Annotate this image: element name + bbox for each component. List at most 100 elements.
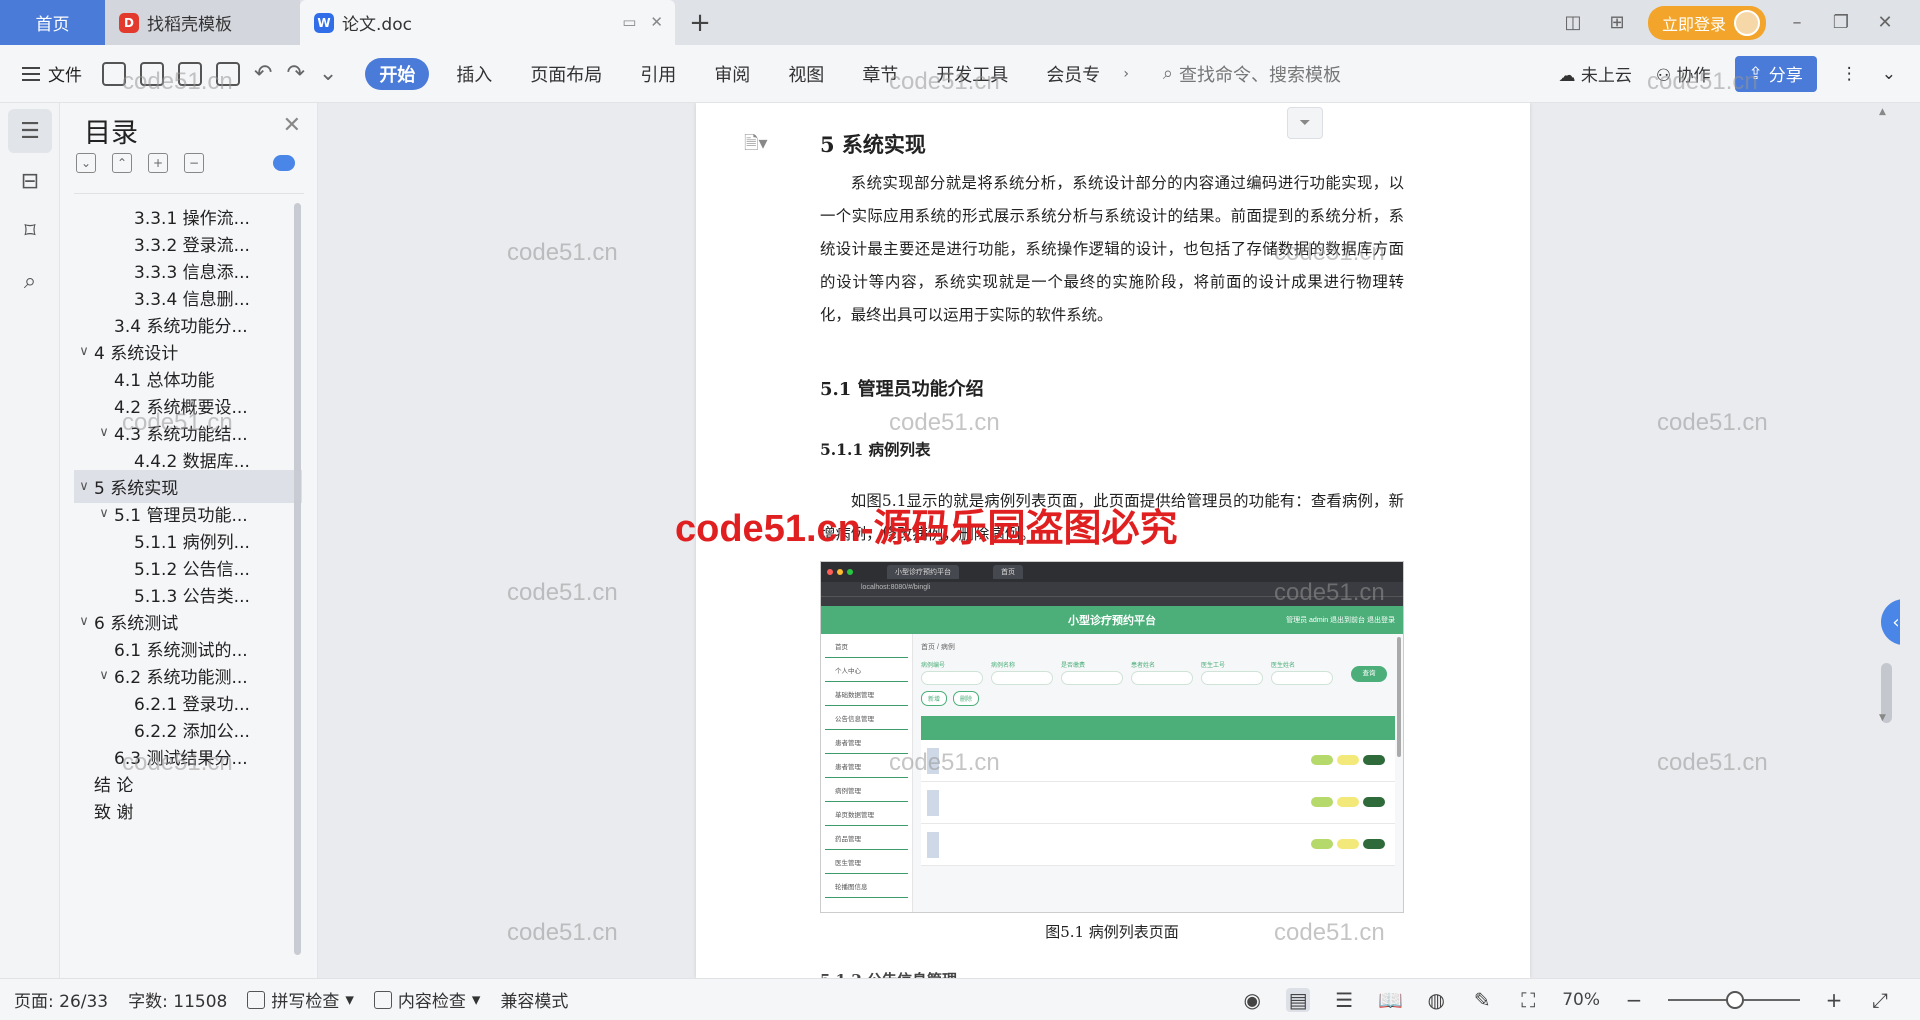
- chevron-down-icon[interactable]: ∨: [94, 668, 114, 683]
- toc-item-label: 结 论: [94, 776, 134, 796]
- collab-button[interactable]: ⚇ 协作: [1656, 61, 1711, 86]
- fit-page-icon[interactable]: ⛶: [1516, 988, 1540, 1012]
- close-tab-icon[interactable]: ✕: [650, 13, 663, 31]
- bookmark-icon[interactable]: ⌑: [8, 209, 52, 253]
- toc-panel-icon[interactable]: ☰: [8, 109, 52, 153]
- menu-section[interactable]: 章节: [843, 58, 917, 90]
- tab-document[interactable]: W 论文.doc ▭ ✕: [300, 0, 675, 45]
- undo-icon[interactable]: ↶: [254, 61, 272, 86]
- toc-item-label: 6.2.2 添加公...: [134, 722, 250, 742]
- save-icon[interactable]: [102, 61, 126, 86]
- chevron-down-icon[interactable]: ∨: [94, 425, 114, 440]
- toc-item[interactable]: 致 谢: [74, 794, 302, 827]
- tab-home[interactable]: 首页: [0, 0, 105, 45]
- zoom-slider[interactable]: [1668, 990, 1800, 1009]
- collapse-ribbon-icon[interactable]: ⌄: [1882, 64, 1896, 84]
- app-sidebar-item: 个人中心: [825, 658, 908, 682]
- toc-title: 目录: [84, 118, 138, 149]
- content-check-button[interactable]: 内容检查 ▾: [373, 987, 480, 1012]
- chevron-down-icon[interactable]: ⌄: [319, 61, 337, 86]
- word-count[interactable]: 字数: 11508: [128, 987, 227, 1012]
- minimize-icon[interactable]: –: [1784, 12, 1810, 33]
- filter-icon[interactable]: ⏷: [1287, 107, 1323, 139]
- document-area: 🗎▾ 5 系统实现 系统实现部分就是将系统分析，系统设计部分的内容通过编码进行功…: [319, 103, 1900, 978]
- add-level-icon[interactable]: +: [148, 153, 168, 173]
- detail-op: [1311, 755, 1333, 765]
- chevron-down-icon[interactable]: ∨: [74, 344, 94, 359]
- delete-op: [1363, 839, 1385, 849]
- spell-check-button[interactable]: 拼写检查 ▾: [247, 987, 354, 1012]
- app-sidebar-item: 单页数据管理: [825, 802, 908, 826]
- browser-chrome: 小型诊疗预约平台 首页: [821, 562, 1403, 582]
- close-window-icon[interactable]: ✕: [1872, 12, 1898, 33]
- menu-insert[interactable]: 插入: [437, 58, 511, 90]
- print-icon[interactable]: [178, 61, 202, 86]
- eye-protect-icon[interactable]: ◉: [1240, 988, 1264, 1012]
- restore-icon[interactable]: ❐: [1828, 12, 1854, 33]
- app-filter: 是否缴费: [1061, 660, 1123, 685]
- cloud-status[interactable]: ☁ 未上云: [1558, 61, 1631, 86]
- web-view-icon[interactable]: ◍: [1424, 988, 1448, 1012]
- new-tab-button[interactable]: +: [675, 0, 725, 45]
- document-page[interactable]: 🗎▾ 5 系统实现 系统实现部分就是将系统分析，系统设计部分的内容通过编码进行功…: [696, 103, 1530, 978]
- zoom-out-icon[interactable]: −: [1622, 988, 1646, 1012]
- layout-icon[interactable]: ◫: [1560, 12, 1586, 33]
- write-mode-icon[interactable]: ✎: [1470, 988, 1494, 1012]
- menu-more-icon[interactable]: ›: [1119, 66, 1133, 82]
- scroll-down-icon[interactable]: ▼: [1879, 713, 1886, 723]
- menu-developer[interactable]: 开发工具: [917, 58, 1027, 90]
- share-button[interactable]: ⇪ 分享: [1734, 55, 1817, 92]
- expand-icon[interactable]: ⌄: [76, 153, 96, 173]
- pin-icon[interactable]: ▭: [622, 13, 636, 31]
- figure-paragraph: 如图5.1显示的就是病例列表页面，此页面提供给管理员的功能有：查看病例，新增病例…: [820, 492, 1404, 543]
- fullscreen-icon[interactable]: ⤢: [1868, 988, 1892, 1012]
- toc-scrollbar[interactable]: [294, 203, 301, 955]
- redo-icon[interactable]: ↷: [286, 61, 304, 86]
- status-bar: 页面: 26/33 字数: 11508 拼写检查 ▾ 内容检查 ▾ 兼容模式 ◉ ▤…: [0, 978, 1920, 1020]
- doc-outline-icon[interactable]: 🗎▾: [744, 131, 768, 161]
- scroll-up-icon[interactable]: ▲: [1879, 107, 1886, 117]
- zoom-slider-knob[interactable]: [1726, 990, 1744, 1009]
- find-icon[interactable]: ⌕: [8, 259, 52, 303]
- apps-grid-icon[interactable]: ⊞: [1604, 12, 1630, 33]
- remove-level-icon[interactable]: −: [184, 153, 204, 173]
- outline-view-icon[interactable]: ☰: [1332, 988, 1356, 1012]
- more-options-icon[interactable]: ⋮: [1841, 64, 1858, 84]
- cloud-label: 未上云: [1580, 66, 1632, 86]
- zoom-in-icon[interactable]: +: [1822, 988, 1846, 1012]
- chevron-down-icon[interactable]: ∨: [74, 614, 94, 629]
- chapter-nav-icon[interactable]: ⊟: [8, 159, 52, 203]
- menu-review[interactable]: 审阅: [695, 58, 769, 90]
- document-scrollbar[interactable]: ▲ ▼: [1874, 103, 1900, 978]
- toc-item-label: 6 系统测试: [94, 614, 179, 634]
- search-icon: ⌕: [1162, 63, 1174, 84]
- menu-home[interactable]: 开始: [365, 57, 430, 90]
- collapse-icon[interactable]: ⌃: [112, 153, 132, 173]
- tab-template-label: 找稻壳模板: [147, 15, 232, 35]
- file-menu-label: 文件: [48, 66, 82, 86]
- print-preview-icon[interactable]: [216, 61, 240, 86]
- page-view-icon[interactable]: ▤: [1286, 987, 1311, 1012]
- read-mode-icon[interactable]: 📖: [1378, 988, 1403, 1012]
- chevron-down-icon[interactable]: ∨: [94, 506, 114, 521]
- figure-screenshot: 小型诊疗预约平台 首页 localhost:8080/#/bingli 小型诊疗…: [820, 561, 1404, 913]
- menu-references[interactable]: 引用: [621, 58, 695, 90]
- edit-op: [1337, 797, 1359, 807]
- login-button[interactable]: 立即登录: [1647, 5, 1766, 40]
- tab-template[interactable]: D 找稻壳模板: [105, 0, 300, 45]
- menu-view[interactable]: 视图: [769, 58, 843, 90]
- export-icon[interactable]: [140, 61, 164, 86]
- app-title: 小型诊疗预约平台: [1068, 615, 1156, 627]
- toc-item-label: 5 系统实现: [94, 479, 179, 499]
- smart-toc-toggle[interactable]: [273, 155, 295, 171]
- zoom-level[interactable]: 70%: [1562, 990, 1600, 1010]
- page-indicator[interactable]: 页面: 26/33: [14, 987, 108, 1012]
- toc-item-label: 4.2 系统概要设...: [114, 398, 248, 418]
- chevron-down-icon[interactable]: ∨: [74, 479, 94, 494]
- close-icon[interactable]: ✕: [283, 113, 301, 138]
- menu-layout[interactable]: 页面布局: [511, 58, 621, 90]
- file-menu[interactable]: 文件: [0, 61, 102, 86]
- command-search[interactable]: ⌕ 查找命令、搜索模板: [1163, 61, 1341, 87]
- menu-member[interactable]: 会员专: [1027, 58, 1119, 90]
- delete-op: [1363, 755, 1385, 765]
